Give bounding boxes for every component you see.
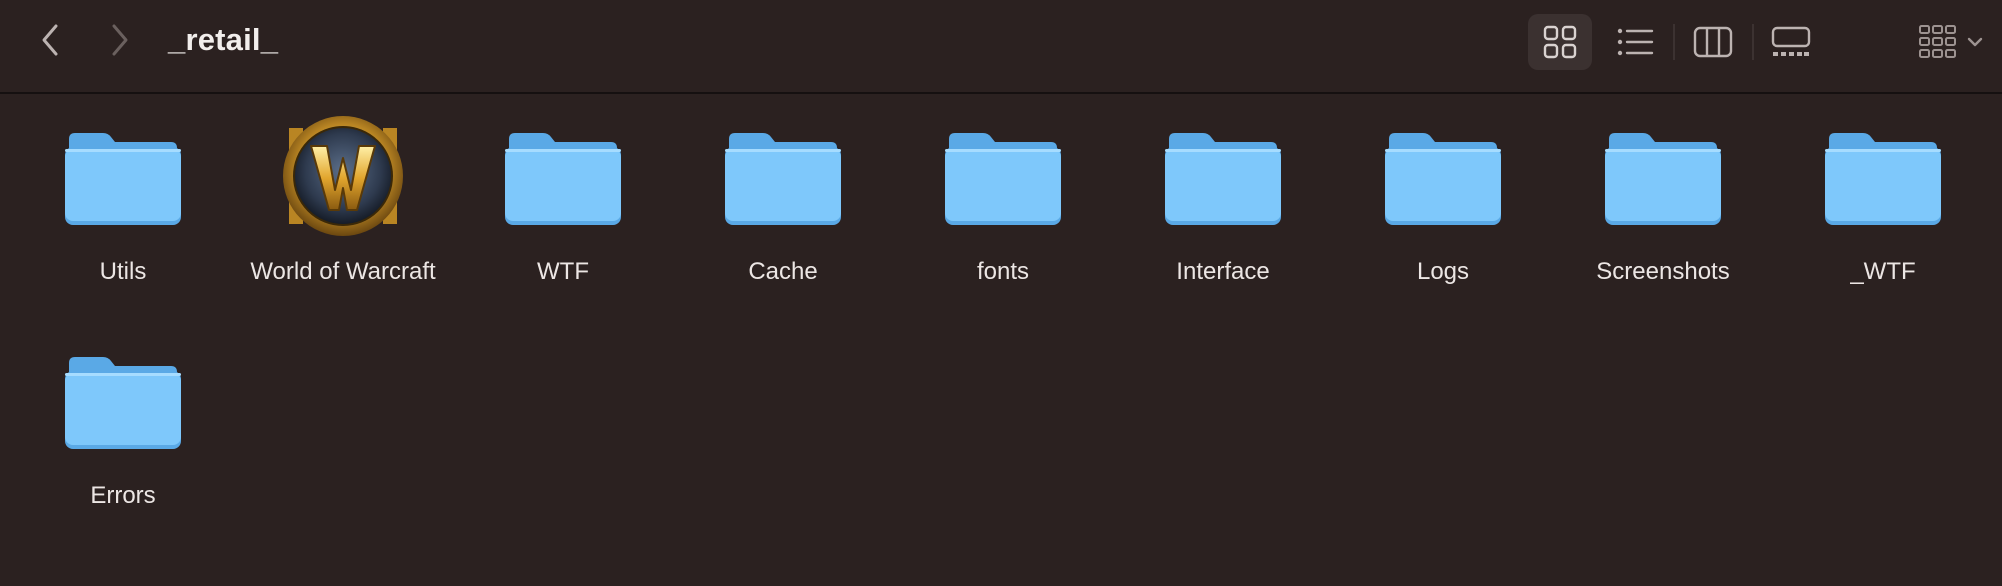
folder-item[interactable]: Cache (673, 110, 893, 320)
list-icon (1617, 28, 1654, 56)
item-label: Cache (748, 258, 818, 285)
folder-item[interactable]: Errors (13, 334, 233, 544)
item-label: Utils (99, 258, 147, 285)
folder-icon (945, 133, 1061, 225)
folder-item[interactable]: fonts (893, 110, 1113, 320)
gallery-icon (1771, 26, 1811, 56)
window-title: _retail_ (168, 22, 279, 57)
folder-item[interactable]: Logs (1333, 110, 1553, 320)
chevron-left-icon (42, 24, 58, 56)
item-label: Interface (1176, 258, 1270, 285)
folder-item[interactable]: _WTF (1773, 110, 1993, 320)
toolbar-divider (1752, 24, 1754, 60)
folder-icon (725, 133, 841, 225)
gallery-view-button[interactable] (1758, 14, 1824, 70)
column-view-button[interactable] (1682, 14, 1744, 70)
world-of-warcraft-icon (283, 116, 403, 236)
grid-icon (1543, 25, 1577, 59)
folder-icon (1385, 133, 1501, 225)
columns-icon (1693, 26, 1733, 58)
folder-icon (1605, 133, 1721, 225)
folder-item[interactable]: Screenshots (1553, 110, 1773, 320)
item-label: Errors (90, 482, 156, 509)
folder-item[interactable]: Interface (1113, 110, 1333, 320)
item-label: fonts (976, 258, 1030, 285)
file-grid: Utils World of Warcraft WTF Cache fonts … (0, 96, 2002, 586)
icon-view-button[interactable] (1528, 14, 1592, 70)
back-button[interactable] (28, 18, 72, 62)
folder-item[interactable]: Utils (13, 110, 233, 320)
item-label: Logs (1416, 258, 1470, 285)
toolbar-divider (1673, 24, 1675, 60)
folder-icon (65, 133, 181, 225)
app-item[interactable]: World of Warcraft (233, 110, 453, 320)
folder-item[interactable]: WTF (453, 110, 673, 320)
item-label: WTF (537, 258, 589, 285)
chevron-right-icon (112, 24, 128, 56)
item-label: World of Warcraft (250, 258, 436, 285)
forward-button[interactable] (98, 18, 142, 62)
folder-icon (505, 133, 621, 225)
item-label: _WTF (1850, 258, 1916, 285)
chevron-down-icon (1967, 37, 1983, 47)
folder-icon (65, 357, 181, 449)
item-label: Screenshots (1596, 258, 1730, 285)
folder-icon (1165, 133, 1281, 225)
group-view-button[interactable] (1906, 14, 1996, 70)
list-view-button[interactable] (1604, 14, 1666, 70)
folder-icon (1825, 133, 1941, 225)
group-grid-icon (1919, 25, 1956, 58)
toolbar: _retail_ (0, 0, 2002, 94)
